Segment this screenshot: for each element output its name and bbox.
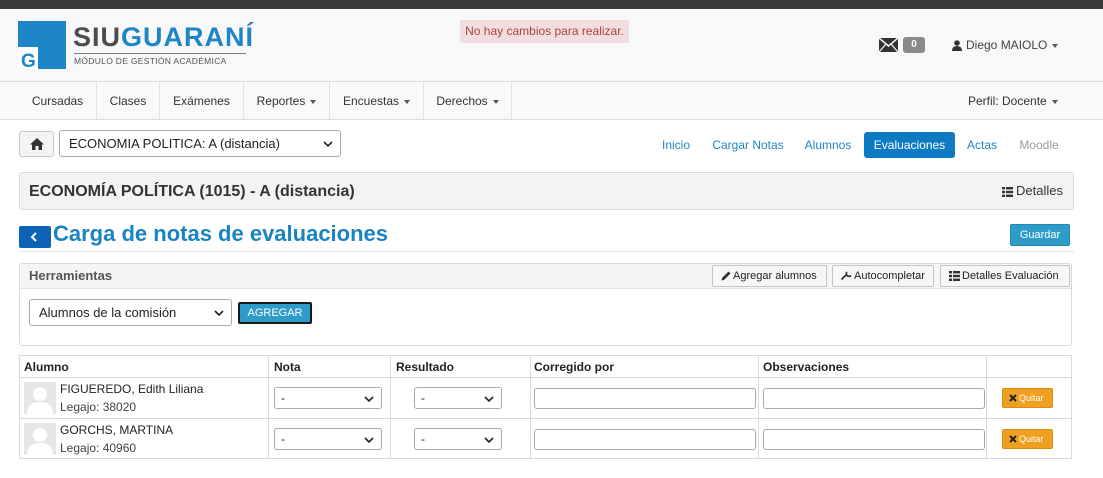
siu-guarani-logo[interactable]: G SIUGUARANÍ MÓDULO DE GESTIÓN ACADÉMICA [18,21,258,71]
nav-item-encuestas[interactable]: Encuestas [330,82,424,120]
profile-menu[interactable]: Perfil: Docente [968,82,1058,120]
corregido-por-input[interactable] [534,388,756,409]
column-header-observaciones: Observaciones [763,360,850,374]
chevron-down-icon [214,310,224,317]
students-source-select[interactable]: Alumnos de la comisión [29,299,232,326]
student-avatar [24,382,56,414]
column-divider [758,356,759,458]
user-menu[interactable]: Diego MAIOLO [952,38,1059,52]
chevron-down-icon [310,99,317,104]
chevron-left-icon [30,232,37,242]
add-button[interactable]: AGREGAR [238,302,312,324]
chevron-down-icon [1052,43,1059,48]
app-header: G SIUGUARANÍ MÓDULO DE GESTIÓN ACADÉMICA… [0,9,1103,82]
home-icon [30,138,44,150]
students-source-value: Alumnos de la comisión [39,305,177,320]
tab-moodle[interactable]: Moodle [1012,132,1066,158]
column-divider [268,356,269,458]
column-header-nota: Nota [274,360,301,374]
observaciones-input[interactable] [763,388,985,409]
main-nav: Cursadas Clases Exámenes Reportes Encues… [0,82,1103,120]
tab-alumnos[interactable]: Alumnos [798,132,858,158]
page-title: Carga de notas de evaluaciones [53,221,389,246]
chevron-down-icon [484,396,494,403]
window-top-bar [0,0,1103,9]
corregido-por-input[interactable] [534,429,756,450]
title-divider [19,251,1074,252]
user-name: Diego MAIOLO [966,38,1048,52]
tab-cargar-notas[interactable]: Cargar Notas [706,132,790,158]
observaciones-input[interactable] [763,429,985,450]
row-divider [20,418,1071,419]
chevron-down-icon [484,437,494,444]
nav-item-derechos[interactable]: Derechos [424,82,512,120]
home-button[interactable] [19,131,54,157]
chevron-down-icon [404,99,411,104]
student-name: FIGUEREDO, Edith Liliana [60,382,204,396]
list-icon [949,271,960,282]
grades-table: Alumno Nota Resultado Corregido por Obse… [19,355,1072,459]
logo-mark-icon: G [18,21,66,69]
resultado-select[interactable]: - [414,387,502,409]
close-icon [1009,434,1017,443]
column-divider [530,356,531,458]
column-header-resultado: Resultado [396,360,455,374]
tools-title: Herramientas [29,268,113,283]
tools-panel: Herramientas Agregar alumnos Autocomplet… [19,263,1072,346]
chevron-down-icon [364,437,374,444]
messages-count-badge: 0 [903,37,925,53]
evaluation-details-button[interactable]: Detalles Evaluación [940,265,1070,287]
flash-message: No hay cambios para realizar. [460,20,629,43]
course-select-value: ECONOMIA POLITICA: A (distancia) [69,136,280,151]
envelope-icon [879,38,898,52]
details-link[interactable]: Detalles [1002,173,1063,209]
chevron-down-icon [1051,99,1058,104]
logo-title: SIUGUARANÍ [73,22,255,52]
list-icon [1002,186,1014,197]
column-divider [986,356,987,458]
nav-item-examenes[interactable]: Exámenes [160,82,244,120]
remove-student-button[interactable]: Quitar [1002,429,1053,449]
student-legajo: Legajo: 40960 [60,441,137,455]
avatar-placeholder-icon [27,387,53,414]
nav-item-cursadas[interactable]: Cursadas [19,82,97,120]
autocomplete-button[interactable]: Autocompletar [832,265,934,287]
student-avatar [24,423,56,455]
avatar-placeholder-icon [27,428,53,455]
remove-student-button[interactable]: Quitar [1002,388,1053,408]
resultado-select[interactable]: - [414,428,502,450]
close-icon [1009,393,1017,402]
wrench-icon [841,271,852,281]
svg-text:G: G [21,51,36,69]
column-header-corregido-por: Corregido por [534,360,614,374]
tab-evaluaciones[interactable]: Evaluaciones [864,132,955,158]
logo-subtitle: MÓDULO DE GESTIÓN ACADÉMICA [74,56,227,66]
course-title: ECONOMÍA POLÍTICA (1015) - A (distancia) [29,183,355,200]
student-legajo: Legajo: 38020 [60,400,137,414]
column-header-alumno: Alumno [24,360,69,374]
tab-inicio[interactable]: Inicio [654,132,698,158]
user-icon [952,40,962,52]
pencil-icon [721,271,731,281]
nav-item-clases[interactable]: Clases [97,82,160,120]
course-panel: ECONOMÍA POLÍTICA (1015) - A (distancia)… [19,172,1074,210]
chevron-down-icon [364,396,374,403]
nav-item-reportes[interactable]: Reportes [244,82,330,120]
nota-select[interactable]: - [274,387,382,409]
nota-select[interactable]: - [274,428,382,450]
tools-header: Herramientas Agregar alumnos Autocomplet… [20,264,1071,289]
chevron-down-icon [492,99,499,104]
save-button[interactable]: Guardar [1010,224,1070,246]
tab-actas[interactable]: Actas [962,132,1002,158]
student-name: GORCHS, MARTINA [60,423,174,437]
back-button[interactable] [19,226,51,248]
add-students-button[interactable]: Agregar alumnos [712,265,827,287]
chevron-down-icon [323,141,333,148]
course-select[interactable]: ECONOMIA POLITICA: A (distancia) [59,130,341,157]
logo-divider [74,53,246,54]
messages-button[interactable]: 0 [879,36,927,56]
column-divider [390,356,391,458]
